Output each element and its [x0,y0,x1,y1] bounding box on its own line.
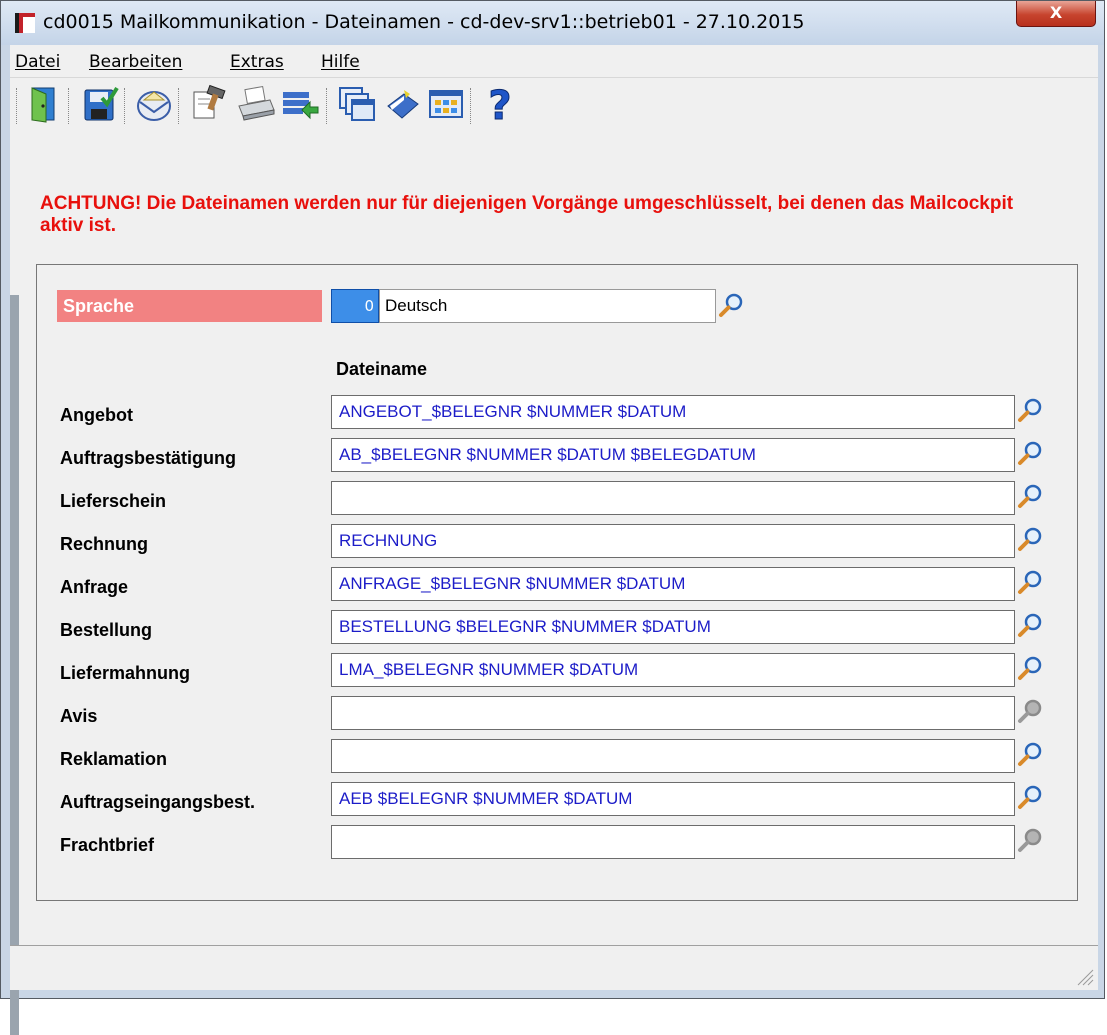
print-icon[interactable] [236,84,276,124]
menu-bearbeiten[interactable]: Bearbeiten [89,52,182,72]
language-label: Sprache [57,290,322,322]
filename-lookup-icon[interactable] [1017,397,1043,423]
book-icon[interactable] [382,84,422,124]
title-bar[interactable]: cd0015 Mailkommunikation - Dateinamen - … [1,1,1104,45]
edit-document-icon[interactable] [190,84,230,124]
save-icon[interactable] [80,84,120,124]
filename-lookup-icon[interactable] [1017,827,1043,853]
filename-lookup-icon[interactable] [1017,698,1043,724]
filename-value: ANFRAGE_$BELEGNR $NUMMER $DATUM [339,574,686,593]
filename-lookup-icon[interactable] [1017,655,1043,681]
row-label: Liefermahnung [60,663,191,683]
toolbar-separator [178,88,181,124]
filename-lookup-icon[interactable] [1017,483,1043,509]
close-icon: X [1049,3,1063,22]
app-window: cd0015 Mailkommunikation - Dateinamen - … [0,0,1105,1035]
row-label: Rechnung [60,534,148,554]
filename-field[interactable] [331,696,1015,730]
resize-grip-icon[interactable] [1074,966,1094,986]
filename-field[interactable] [331,481,1015,515]
menu-bar: Datei Bearbeiten Extras Hilfe [10,45,1098,78]
row-label: Frachtbrief [60,835,155,855]
filename-value: AB_$BELEGNR $NUMMER $DATUM $BELEGDATUM [339,445,756,464]
row-label: Angebot [60,405,133,425]
filename-lookup-icon[interactable] [1017,612,1043,638]
language-name-value: Deutsch [385,296,448,315]
filename-field[interactable]: ANFRAGE_$BELEGNR $NUMMER $DATUM [331,567,1015,601]
help-icon[interactable]: ? [480,84,520,124]
filename-field[interactable]: AEB $BELEGNR $NUMMER $DATUM [331,782,1015,816]
row-label: Avis [60,706,98,726]
row-label: Auftragseingangsbest. [60,792,256,812]
toolbar-separator [470,88,473,124]
language-lookup-icon[interactable] [718,292,744,318]
toolbar: ? [10,78,1098,128]
row-label: Anfrage [60,577,129,597]
filename-field[interactable]: AB_$BELEGNR $NUMMER $DATUM $BELEGDATUM [331,438,1015,472]
row-label: Bestellung [60,620,153,640]
client-area: Datei Bearbeiten Extras Hilfe ? ACHTUNG!… [10,45,1098,1035]
filename-value: RECHNUNG [339,531,438,550]
row-label: Reklamation [60,749,168,769]
toolbar-separator [326,88,329,124]
language-name-field[interactable]: Deutsch [379,289,716,323]
filename-value: ANGEBOT_$BELEGNR $NUMMER $DATUM [339,402,687,421]
svg-text:?: ? [488,84,511,124]
mail-icon[interactable] [134,84,174,124]
filename-value: AEB $BELEGNR $NUMMER $DATUM [339,789,633,808]
import-list-icon[interactable] [280,84,320,124]
menu-datei[interactable]: Datei [15,52,60,72]
filename-column-header: Dateiname [336,359,428,379]
filename-field[interactable] [331,825,1015,859]
language-code-field[interactable]: 0 [331,289,379,323]
toolbar-separator [68,88,71,124]
filename-value: LMA_$BELEGNR $NUMMER $DATUM [339,660,639,679]
left-edge-strip [10,295,19,1035]
warning-message: ACHTUNG! Die Dateinamen werden nur für d… [40,193,1014,236]
filename-field[interactable]: RECHNUNG [331,524,1015,558]
filename-field[interactable] [331,739,1015,773]
app-logo-icon [15,13,35,33]
language-label-text: Sprache [63,296,135,316]
filename-lookup-icon[interactable] [1017,784,1043,810]
window-title: cd0015 Mailkommunikation - Dateinamen - … [43,11,805,33]
filename-lookup-icon[interactable] [1017,526,1043,552]
filename-field[interactable]: BESTELLUNG $BELEGNR $NUMMER $DATUM [331,610,1015,644]
language-code-value: 0 [364,297,374,315]
row-label: Auftragsbestätigung [60,448,237,468]
menu-extras[interactable]: Extras [230,52,284,72]
windows-icon[interactable] [336,84,376,124]
filename-lookup-icon[interactable] [1017,440,1043,466]
menu-hilfe[interactable]: Hilfe [321,52,360,72]
row-label: Lieferschein [60,491,167,511]
filename-lookup-icon[interactable] [1017,569,1043,595]
close-button[interactable]: X [1016,1,1096,27]
status-bar [10,945,1098,990]
toolbar-separator [124,88,127,124]
filename-field[interactable]: ANGEBOT_$BELEGNR $NUMMER $DATUM [331,395,1015,429]
toolbar-separator [16,88,19,124]
filename-field[interactable]: LMA_$BELEGNR $NUMMER $DATUM [331,653,1015,687]
filename-value: BESTELLUNG $BELEGNR $NUMMER $DATUM [339,617,711,636]
grid-icon[interactable] [426,84,466,124]
filename-lookup-icon[interactable] [1017,741,1043,767]
exit-door-icon[interactable] [24,84,64,124]
